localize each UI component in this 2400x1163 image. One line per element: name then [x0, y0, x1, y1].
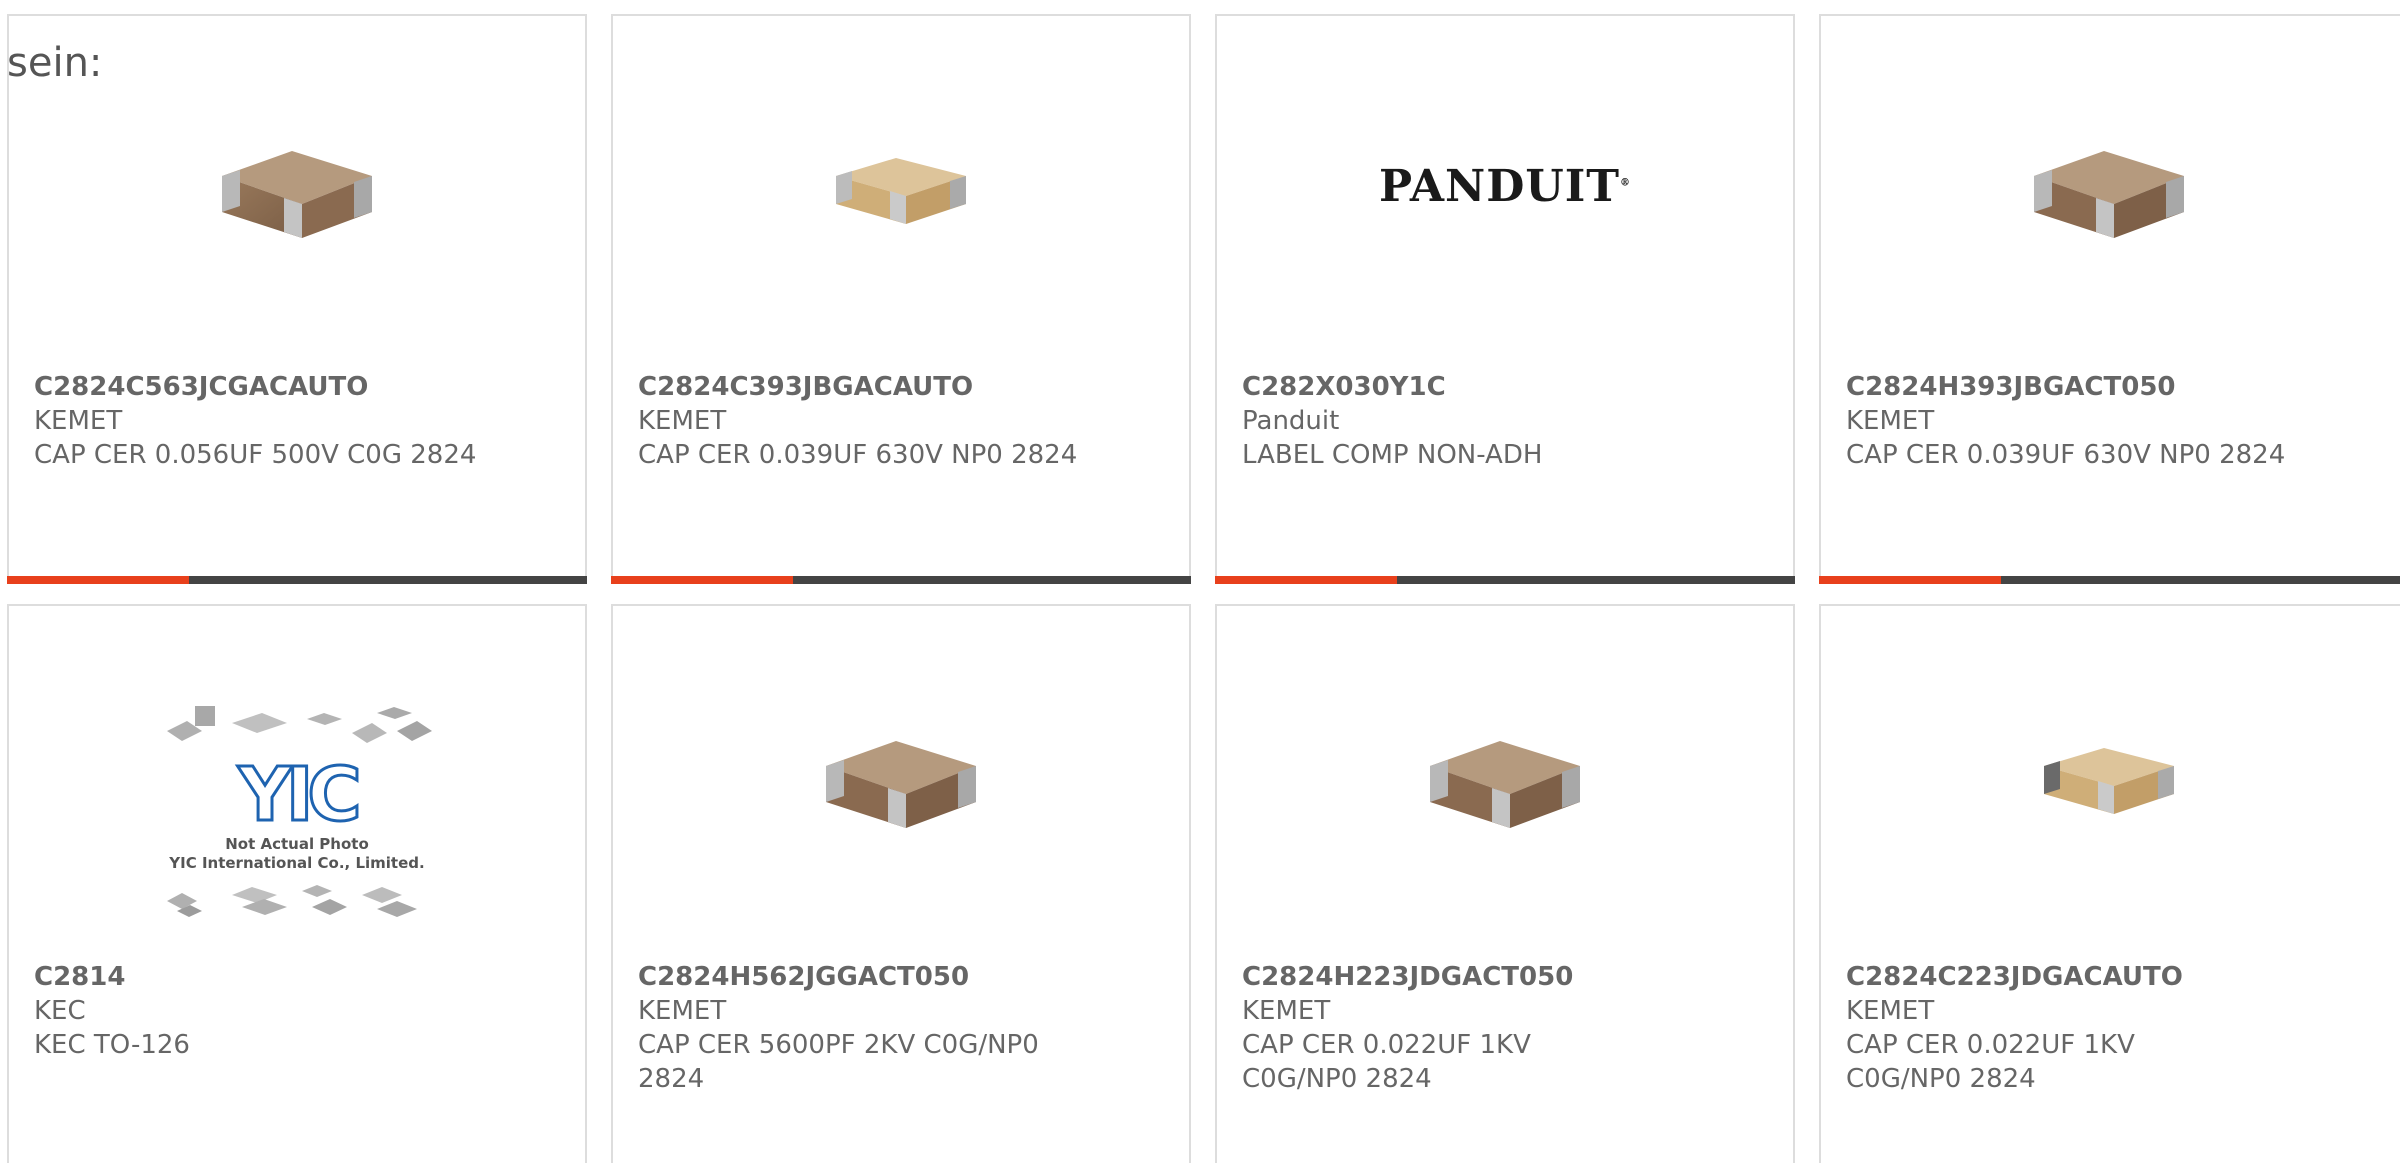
- product-info: C2824C393JBGACAUTO KEMET CAP CER 0.039UF…: [638, 370, 1164, 472]
- product-info: C2824C563JCGACAUTO KEMET CAP CER 0.056UF…: [34, 370, 560, 472]
- manufacturer: KEMET: [34, 406, 123, 436]
- placeholder-caption: Not Actual Photo: [225, 835, 369, 853]
- panduit-logo-text: PANDUIT: [1378, 160, 1621, 212]
- card-bar-accent: [1819, 576, 2001, 584]
- card-bar: [7, 576, 587, 584]
- manufacturer: KEMET: [638, 406, 727, 436]
- part-number[interactable]: C2824H393JBGACT050: [1846, 370, 2382, 404]
- card-bar: [611, 576, 1191, 584]
- component-icons-bottom: [167, 885, 417, 917]
- product-grid-page: sein: C2824C563JCGACAUTO KEMET CAP CER 0…: [0, 0, 2400, 1163]
- capacitor-brown-icon[interactable]: [1403, 674, 1607, 878]
- manufacturer: KEMET: [1846, 996, 1935, 1026]
- product-card[interactable]: C2824C563JCGACAUTO KEMET CAP CER 0.056UF…: [7, 14, 587, 584]
- product-info: C2824H393JBGACT050 KEMET CAP CER 0.039UF…: [1846, 370, 2382, 472]
- part-number[interactable]: C2824C563JCGACAUTO: [34, 370, 560, 404]
- product-info: C282X030Y1C Panduit LABEL COMP NON-ADH: [1242, 370, 1768, 472]
- description: LABEL COMP NON-ADH: [1242, 440, 1543, 470]
- card-bar: [1819, 576, 2400, 584]
- product-card[interactable]: C2824H223JDGACT050 KEMET CAP CER 0.022UF…: [1215, 604, 1795, 1163]
- description: CAP CER 0.022UF 1KV C0G/NP0 2824: [1846, 1030, 2135, 1094]
- capacitor-brown-icon[interactable]: [2007, 84, 2211, 288]
- description: CAP CER 0.056UF 500V C0G 2824: [34, 440, 477, 470]
- description: CAP CER 0.039UF 630V NP0 2824: [638, 440, 1078, 470]
- manufacturer: KEC: [34, 996, 86, 1026]
- intro-text: sein:: [7, 40, 103, 86]
- yic-placeholder[interactable]: YIC Not Actual Photo YIC International C…: [162, 694, 432, 934]
- panduit-logo[interactable]: PANDUIT®: [1379, 84, 1630, 288]
- product-card[interactable]: C2824C393JBGACAUTO KEMET CAP CER 0.039UF…: [611, 14, 1191, 584]
- part-number[interactable]: C2824H562JGGACT050: [638, 960, 1039, 994]
- manufacturer: KEMET: [638, 996, 727, 1026]
- product-card[interactable]: PANDUIT® C282X030Y1C Panduit LABEL COMP …: [1215, 14, 1795, 584]
- manufacturer: KEMET: [1846, 406, 1935, 436]
- yic-logo: YIC: [237, 752, 363, 838]
- description: CAP CER 5600PF 2KV C0G/NP0 2824: [638, 1030, 1039, 1094]
- part-number[interactable]: C282X030Y1C: [1242, 370, 1768, 404]
- card-bar-accent: [611, 576, 793, 584]
- description: KEC TO-126: [34, 1030, 190, 1060]
- description: CAP CER 0.039UF 630V NP0 2824: [1846, 440, 2286, 470]
- product-info: C2824C223JDGACAUTO KEMET CAP CER 0.022UF…: [1846, 960, 2257, 1096]
- placeholder-caption: YIC International Co., Limited.: [169, 854, 425, 872]
- capacitor-brown-icon[interactable]: [195, 84, 399, 288]
- capacitor-tan-icon[interactable]: [2007, 674, 2211, 878]
- description: CAP CER 0.022UF 1KV C0G/NP0 2824: [1242, 1030, 1531, 1094]
- part-number[interactable]: C2814: [34, 960, 560, 994]
- manufacturer: KEMET: [1242, 996, 1331, 1026]
- product-card[interactable]: C2824H393JBGACT050 KEMET CAP CER 0.039UF…: [1819, 14, 2400, 584]
- product-card[interactable]: YIC Not Actual Photo YIC International C…: [7, 604, 587, 1163]
- component-icons-top: [167, 706, 432, 743]
- part-number[interactable]: C2824C393JBGACAUTO: [638, 370, 1164, 404]
- capacitor-tan-icon[interactable]: [799, 84, 1003, 288]
- card-bar: [1215, 576, 1795, 584]
- product-info: C2824H223JDGACT050 KEMET CAP CER 0.022UF…: [1242, 960, 1643, 1096]
- capacitor-brown-icon[interactable]: [799, 674, 1003, 878]
- card-bar-accent: [7, 576, 189, 584]
- part-number[interactable]: C2824H223JDGACT050: [1242, 960, 1643, 994]
- product-card[interactable]: C2824C223JDGACAUTO KEMET CAP CER 0.022UF…: [1819, 604, 2400, 1163]
- registered-mark: ®: [1620, 176, 1632, 188]
- product-info: C2814 KEC KEC TO-126: [34, 960, 560, 1062]
- manufacturer: Panduit: [1242, 406, 1340, 436]
- card-bar-accent: [1215, 576, 1397, 584]
- product-card[interactable]: C2824H562JGGACT050 KEMET CAP CER 5600PF …: [611, 604, 1191, 1163]
- part-number[interactable]: C2824C223JDGACAUTO: [1846, 960, 2257, 994]
- product-info: C2824H562JGGACT050 KEMET CAP CER 5600PF …: [638, 960, 1039, 1096]
